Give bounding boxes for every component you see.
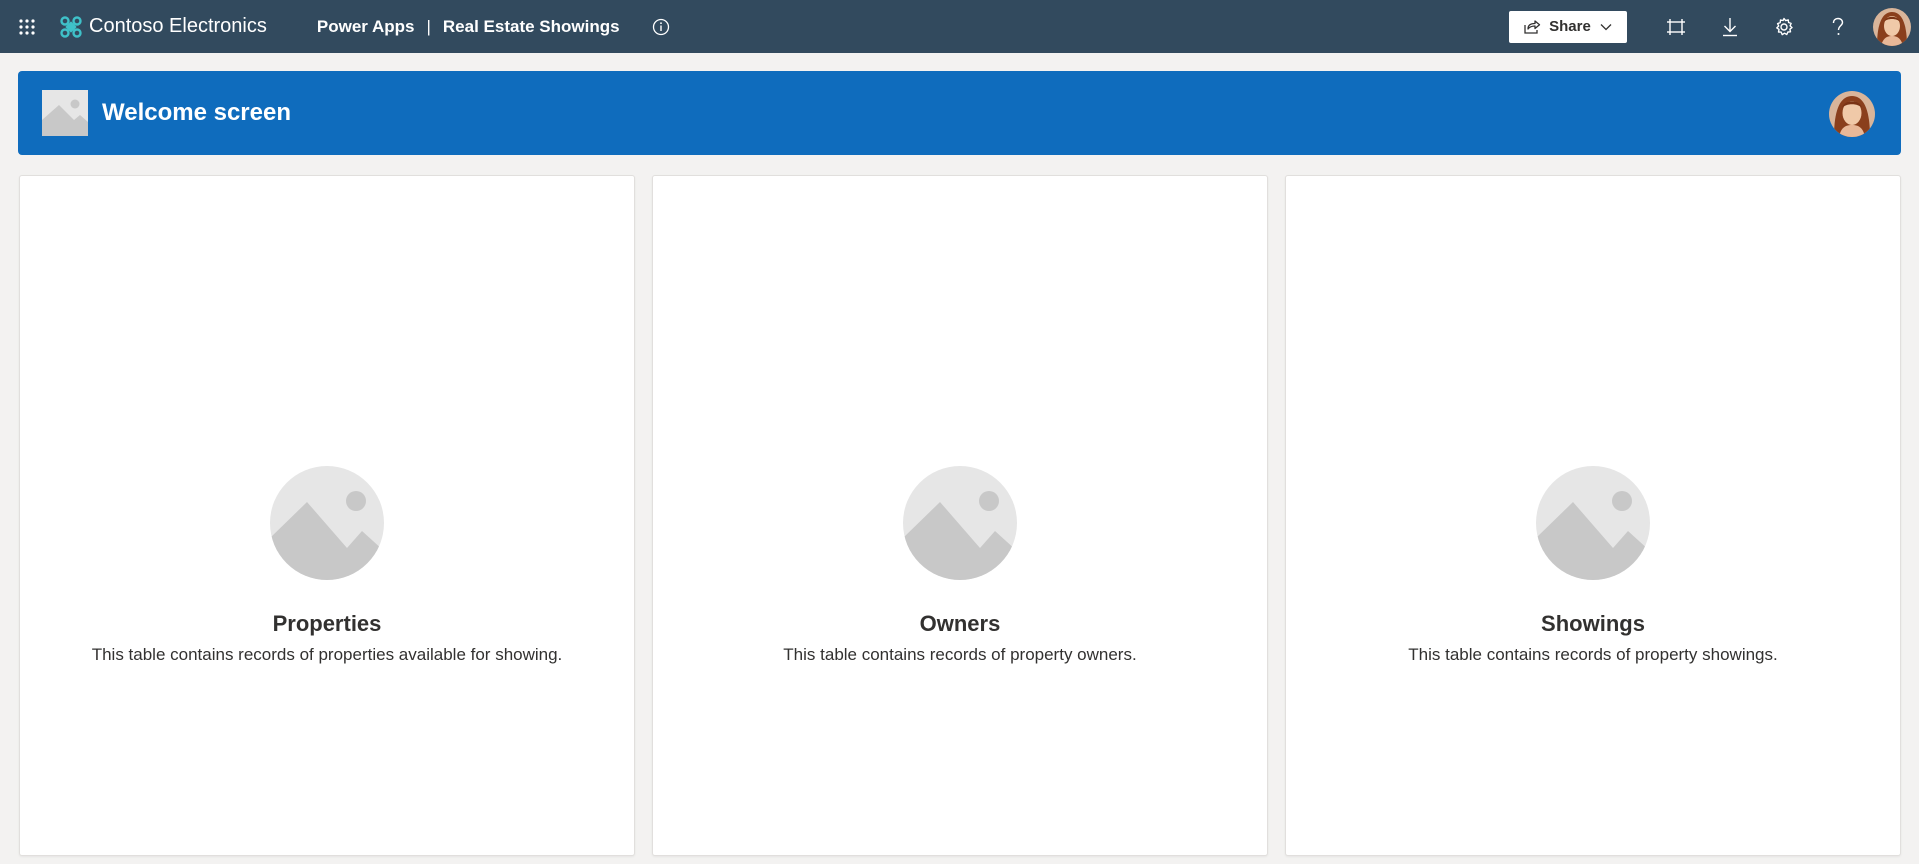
banner-user-avatar[interactable] [1829, 91, 1875, 137]
table-cards: Properties This table contains records o… [19, 175, 1901, 856]
image-placeholder-icon [1536, 466, 1650, 580]
top-app-bar: Contoso Electronics Power Apps | Real Es… [0, 0, 1919, 53]
info-icon[interactable] [650, 16, 672, 38]
user-avatar[interactable] [1873, 7, 1911, 46]
app-platform: Power Apps [316, 16, 415, 36]
image-placeholder-icon [270, 466, 384, 580]
settings-gear-icon[interactable] [1757, 0, 1811, 53]
share-button[interactable]: Share [1509, 10, 1627, 43]
waffle-grid-icon[interactable] [0, 0, 53, 53]
card-showings[interactable]: Showings This table contains records of … [1285, 175, 1901, 856]
chevron-down-icon [1600, 23, 1612, 30]
card-properties[interactable]: Properties This table contains records o… [19, 175, 635, 856]
app-name: Real Estate Showings [442, 16, 620, 36]
contoso-logo-icon [60, 15, 82, 38]
card-owners[interactable]: Owners This table contains records of pr… [652, 175, 1268, 856]
card-description: This table contains records of property … [1408, 645, 1778, 664]
card-title: Properties [272, 611, 382, 636]
card-description: This table contains records of property … [783, 645, 1137, 664]
share-label: Share [1549, 18, 1591, 35]
card-description: This table contains records of propertie… [91, 645, 563, 664]
share-icon [1524, 19, 1541, 34]
fit-to-window-icon[interactable] [1649, 0, 1703, 53]
page-title: Welcome screen [102, 99, 291, 126]
brand-name: Contoso Electronics [89, 15, 267, 37]
image-placeholder-icon [903, 466, 1017, 580]
title-separator: | [426, 16, 431, 36]
header-banner: Welcome screen [18, 71, 1901, 155]
help-icon[interactable] [1811, 0, 1865, 53]
brand[interactable]: Contoso Electronics [59, 0, 267, 53]
card-title: Owners [919, 611, 1001, 636]
image-placeholder-icon [42, 90, 88, 136]
download-icon[interactable] [1703, 0, 1757, 53]
app-title: Power Apps | Real Estate Showings [317, 17, 620, 37]
card-title: Showings [1541, 611, 1645, 636]
topbar-actions: Share [1509, 0, 1919, 53]
